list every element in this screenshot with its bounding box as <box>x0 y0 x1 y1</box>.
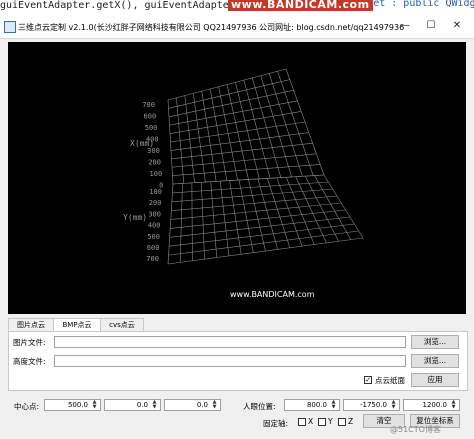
point-cloud-checkbox[interactable]: ✓ <box>364 376 372 384</box>
lower-grid-line <box>295 176 327 244</box>
eye-x-value: 800.0 <box>306 401 327 409</box>
center-z-spinbox[interactable]: 0.0 ▲ ▼ <box>164 399 221 411</box>
csdn-watermark: @51CTO博客 <box>390 425 441 434</box>
height-browse-button[interactable]: 浏览... <box>411 354 459 368</box>
lower-grid-line <box>171 188 333 203</box>
center-point-label: 中心点: <box>14 402 40 411</box>
upper-grid-line <box>169 111 302 134</box>
upper-grid-line <box>168 89 294 118</box>
y-axis-label: Y(mm) <box>123 213 147 222</box>
y-tick-label: 300 <box>148 210 161 218</box>
fixed-y-label: Y <box>328 417 333 426</box>
y-tick-label: 200 <box>149 199 162 207</box>
eye-z-spinbox[interactable]: 1200.0 ▲ ▼ <box>403 399 460 411</box>
height-file-input[interactable] <box>54 355 406 367</box>
lower-grid-line <box>170 209 346 229</box>
lower-grid-line <box>257 178 278 250</box>
x-tick-label: 600 <box>144 113 157 121</box>
lower-grid-line <box>179 183 183 263</box>
fixed-z-checkbox[interactable] <box>338 418 346 426</box>
lower-grid-line <box>229 180 242 255</box>
y-tick-label: 600 <box>147 244 160 252</box>
center-z-value: 0.0 <box>196 401 208 409</box>
lower-grid-line <box>276 177 303 247</box>
center-y-spinbox[interactable]: 0.0 ▲ ▼ <box>104 399 161 411</box>
file-panel: 图片文件: 浏览... 高度文件: 浏览... ✓ 点云纸面 应用 <box>8 331 468 391</box>
upper-grid-line <box>172 164 321 176</box>
x-tick-label: 100 <box>150 170 163 178</box>
point-cloud-grid: 7006005004003002001000100200300400500600… <box>123 68 364 265</box>
close-button[interactable]: ✕ <box>444 18 470 34</box>
eye-y-spinbox[interactable]: -1750.0 ▲ ▼ <box>343 399 400 411</box>
upper-grid-line <box>171 142 313 160</box>
top-watermark: www.BANDICAM.com <box>228 0 373 11</box>
lower-grid-line <box>323 174 364 239</box>
lower-grid-line <box>171 195 338 211</box>
spin-arrows-icon[interactable]: ▲ ▼ <box>210 400 219 410</box>
y-tick-label: 100 <box>149 188 162 196</box>
height-file-label: 高度文件: <box>13 357 46 366</box>
lower-grid-line <box>201 182 205 260</box>
maximize-button[interactable]: ☐ <box>418 18 444 34</box>
title-bar: 三维点云定制 v2.1.0(长沙红胖子网络科技有限公司 QQ21497936 公… <box>0 14 474 39</box>
app-icon <box>4 21 16 33</box>
lower-grid-line <box>267 178 291 248</box>
x-axis-label: X(mm) <box>130 139 154 148</box>
x-tick-label: 500 <box>145 124 158 132</box>
lower-grid-line <box>219 181 230 256</box>
image-browse-button[interactable]: 浏览... <box>411 335 459 349</box>
eye-x-spinbox[interactable]: 800.0 ▲ ▼ <box>284 399 340 411</box>
x-tick-label: 300 <box>147 147 160 155</box>
upper-grid-line <box>169 100 298 126</box>
fixed-x-checkbox[interactable] <box>298 418 306 426</box>
spin-arrows-icon[interactable]: ▲ ▼ <box>329 400 338 410</box>
lower-grid-line <box>167 183 174 265</box>
3d-viewport[interactable]: 700 600 500 400 300 200 100 0 100 200 300 400 500 600… <box>8 42 466 314</box>
center-x-spinbox[interactable]: 500.0 ▲ ▼ <box>44 399 101 411</box>
x-tick-label: 700 <box>142 101 155 109</box>
x-tick-label: 200 <box>148 159 161 167</box>
image-file-input[interactable] <box>54 336 406 348</box>
point-cloud-checkbox-label: 点云纸面 <box>375 376 405 385</box>
fixed-x-label: X <box>308 417 314 426</box>
minimize-button[interactable]: — <box>392 18 418 34</box>
spin-arrows-icon[interactable]: ▲ ▼ <box>389 400 398 410</box>
center-y-value: 0.0 <box>136 401 148 409</box>
y-tick-label: 400 <box>148 222 161 230</box>
lower-grid-line <box>169 216 351 238</box>
fixed-y-checkbox[interactable] <box>318 418 326 426</box>
eye-y-value: -1750.0 <box>359 401 387 409</box>
center-x-value: 500.0 <box>67 401 88 409</box>
lower-grid-line <box>210 181 218 258</box>
eye-position-label: 人眼位置: <box>243 402 276 411</box>
upper-grid-line <box>170 132 309 151</box>
fixed-axis-label: 固定轴: <box>263 419 289 428</box>
upper-grid-line <box>170 121 306 143</box>
apply-button[interactable]: 应用 <box>411 373 459 387</box>
fixed-z-label: Z <box>348 417 354 426</box>
y-tick-label: 500 <box>147 233 160 241</box>
spin-arrows-icon[interactable]: ▲ ▼ <box>90 400 99 410</box>
y-tick-label: 700 <box>146 255 159 263</box>
spin-arrows-icon[interactable]: ▲ ▼ <box>150 400 159 410</box>
window-title: 三维点云定制 v2.1.0(长沙红胖子网络科技有限公司 QQ21497936 公… <box>18 23 405 32</box>
image-file-label: 图片文件: <box>13 338 46 347</box>
background-code-left: guiEventAdapter.getX(), guiEventAdapte <box>0 0 229 11</box>
lower-grid-line <box>172 174 325 185</box>
lower-grid-line <box>191 182 193 261</box>
lower-grid-line <box>170 202 342 220</box>
upper-grid-line <box>171 153 317 168</box>
lower-grid-line <box>285 177 315 245</box>
lower-grid-line <box>167 237 364 265</box>
viewport-watermark: www.BANDICAM.com <box>230 290 315 299</box>
spin-arrows-icon[interactable]: ▲ ▼ <box>449 400 458 410</box>
eye-z-value: 1200.0 <box>422 401 448 409</box>
